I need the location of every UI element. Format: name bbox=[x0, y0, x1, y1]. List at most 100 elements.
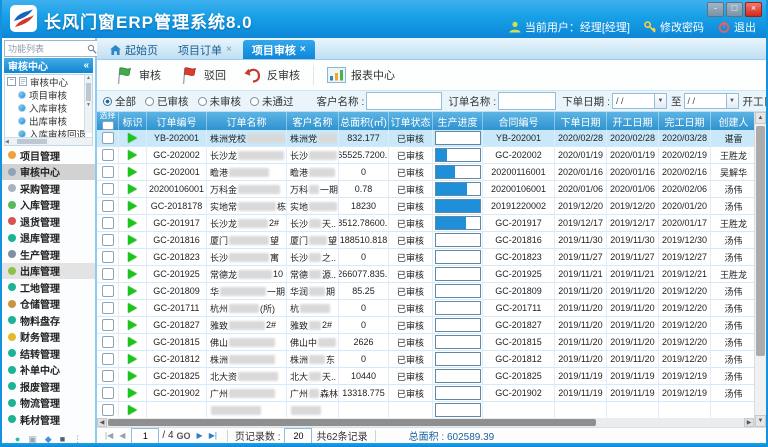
change-password-button[interactable]: 修改密码 bbox=[644, 19, 704, 35]
row-checkbox[interactable] bbox=[102, 370, 114, 382]
row-checkbox[interactable] bbox=[102, 404, 114, 416]
last-page-button[interactable]: ▶| bbox=[209, 431, 217, 440]
page-size-input[interactable] bbox=[284, 428, 312, 444]
table-row[interactable]: GC-201827雅致2#雅致2#0已审核GC-2018272019/11/20… bbox=[97, 317, 757, 334]
column-header[interactable]: 合同编号 bbox=[483, 112, 555, 130]
next-page-button[interactable]: ▶ bbox=[197, 431, 203, 440]
row-checkbox[interactable] bbox=[102, 217, 114, 229]
table-horizontal-scrollbar[interactable]: ◀ ▶ bbox=[97, 418, 754, 427]
report-center-button[interactable]: 报表中心 bbox=[318, 64, 404, 86]
row-checkbox[interactable] bbox=[102, 268, 114, 280]
sidebar-item[interactable]: 财务管理 bbox=[2, 329, 95, 346]
table-vertical-scrollbar[interactable]: ▲ ▼ bbox=[754, 112, 766, 427]
row-checkbox[interactable] bbox=[102, 200, 114, 212]
tree-vertical-scrollbar[interactable]: ▲ ▼ bbox=[84, 75, 92, 133]
table-row[interactable]: GC-201816厦门望厦门望188510.818已审核GC-201816201… bbox=[97, 232, 757, 249]
column-header[interactable]: 客户名称 bbox=[287, 112, 339, 130]
row-checkbox[interactable] bbox=[102, 149, 114, 161]
scroll-right-icon[interactable]: ▶ bbox=[744, 418, 754, 427]
scroll-down-icon[interactable]: ▼ bbox=[755, 415, 766, 427]
sidebar-item[interactable]: 项目管理 bbox=[2, 147, 95, 164]
order-date-end-picker[interactable]: / /▼ bbox=[684, 93, 739, 109]
table-row[interactable]: GC-201812株洲株洲东0已审核GC-2018122019/11/20201… bbox=[97, 351, 757, 368]
table-row[interactable]: 20200106001万科金万科一期0.78已审核202001060012020… bbox=[97, 181, 757, 198]
chevron-down-icon[interactable]: ▼ bbox=[654, 94, 666, 108]
column-header[interactable]: 订单状态 bbox=[389, 112, 433, 130]
table-row[interactable]: GC-201902广州广州森林13318.775已审核GC-2019022019… bbox=[97, 385, 757, 402]
row-checkbox[interactable] bbox=[102, 183, 114, 195]
table-row[interactable]: GC-201917长沙龙2#长沙天..8512.78600..已审核GC-201… bbox=[97, 215, 757, 232]
prev-page-button[interactable]: ◀ bbox=[119, 431, 125, 440]
sidebar-item[interactable]: 耗材管理 bbox=[2, 411, 95, 428]
column-header[interactable]: 订单编号 bbox=[147, 112, 207, 130]
table-row[interactable]: GC-201823长沙寓长沙之..0已审核GC-2018232019/11/27… bbox=[97, 249, 757, 266]
row-checkbox[interactable] bbox=[102, 285, 114, 297]
horizontal-scroll-thumb[interactable] bbox=[108, 419, 596, 426]
collapse-icon[interactable]: « bbox=[83, 60, 89, 71]
row-checkbox[interactable] bbox=[102, 353, 114, 365]
column-header[interactable]: 开工日期 bbox=[607, 112, 659, 130]
sidebar-item[interactable]: 仓储管理 bbox=[2, 296, 95, 313]
sidebar-item[interactable]: 退库管理 bbox=[2, 230, 95, 247]
close-button[interactable]: × bbox=[745, 2, 762, 17]
sidebar-item[interactable]: 入库管理 bbox=[2, 197, 95, 214]
sidebar-item[interactable]: 物流管理 bbox=[2, 395, 95, 412]
column-header[interactable]: 完工日期 bbox=[659, 112, 711, 130]
tree-scroll-thumb[interactable] bbox=[86, 83, 91, 101]
tab-active[interactable]: 项目审核× bbox=[243, 40, 315, 59]
tree-item[interactable]: 项目审核 bbox=[5, 88, 92, 101]
status-radio[interactable]: 未审核 bbox=[198, 94, 242, 109]
go-button[interactable]: GO bbox=[177, 431, 191, 441]
order-name-input[interactable] bbox=[498, 92, 556, 110]
row-checkbox[interactable] bbox=[102, 251, 114, 263]
select-all-checkbox[interactable] bbox=[102, 121, 114, 130]
row-checkbox[interactable] bbox=[102, 302, 114, 314]
row-checkbox[interactable] bbox=[102, 166, 114, 178]
logout-button[interactable]: 退出 bbox=[718, 19, 756, 35]
tree-expander-icon[interactable]: − bbox=[7, 77, 16, 86]
table-row[interactable]: GC-202001瞻港瞻港0已审核202001160012020/01/1620… bbox=[97, 164, 757, 181]
sidebar-item[interactable]: 结转管理 bbox=[2, 345, 95, 362]
column-header[interactable]: 标识 bbox=[119, 112, 147, 130]
toolbar-button[interactable]: 反审核 bbox=[235, 64, 309, 86]
row-checkbox[interactable] bbox=[102, 132, 114, 144]
tab-item[interactable]: 项目订单× bbox=[169, 40, 241, 59]
row-checkbox[interactable] bbox=[102, 234, 114, 246]
scroll-left-icon[interactable]: ◀ bbox=[97, 418, 107, 427]
table-row[interactable]: YB-202001株洲党校株洲党832.177已审核YB-2020012020/… bbox=[97, 130, 757, 147]
column-header[interactable]: 订单名称 bbox=[207, 112, 287, 130]
tree-horizontal-scrollbar[interactable]: ◀ bbox=[5, 137, 93, 145]
status-radio[interactable]: 已审核 bbox=[145, 94, 189, 109]
row-checkbox[interactable] bbox=[102, 387, 114, 399]
maximize-button[interactable]: □ bbox=[726, 2, 743, 17]
tab-item[interactable]: 起始页 bbox=[101, 40, 167, 59]
toolbar-button[interactable]: 审核 bbox=[105, 63, 170, 88]
first-page-button[interactable]: |◀ bbox=[105, 431, 113, 440]
page-number-input[interactable] bbox=[131, 428, 159, 444]
table-row[interactable]: GC-201815佛山佛山中2626已审核GC-2018152019/11/20… bbox=[97, 334, 757, 351]
sidebar-item[interactable]: 审核中心 bbox=[2, 164, 95, 181]
table-row[interactable] bbox=[97, 402, 757, 418]
column-header[interactable]: 生产进度 bbox=[433, 112, 483, 130]
tree-root-node[interactable]: − 审核中心 bbox=[5, 75, 92, 88]
sidebar-item[interactable]: 生产管理 bbox=[2, 246, 95, 263]
tab-close-icon[interactable]: × bbox=[300, 44, 306, 55]
row-checkbox[interactable] bbox=[102, 336, 114, 348]
toolbar-button[interactable]: 驳回 bbox=[170, 63, 235, 88]
sidebar-item[interactable]: 退货管理 bbox=[2, 213, 95, 230]
column-header[interactable]: 创建人 bbox=[711, 112, 757, 130]
scroll-up-icon[interactable]: ▲ bbox=[85, 75, 92, 82]
tree-item[interactable]: 出库审核 bbox=[5, 114, 92, 127]
sidebar-item[interactable]: 补单中心 bbox=[2, 362, 95, 379]
order-date-picker[interactable]: / /▼ bbox=[612, 93, 667, 109]
sidebar-item[interactable]: 采购管理 bbox=[2, 180, 95, 197]
function-search-input[interactable]: 功能列表 bbox=[4, 40, 101, 57]
sidebar-item[interactable]: 物料盘存 bbox=[2, 312, 95, 329]
tree-item[interactable]: 入库审核 bbox=[5, 101, 92, 114]
sidebar-item[interactable]: 出库管理 bbox=[2, 263, 95, 280]
column-header[interactable]: 总面积(㎡) bbox=[339, 112, 389, 130]
scroll-up-icon[interactable]: ▲ bbox=[755, 112, 766, 124]
customer-name-input[interactable] bbox=[366, 92, 442, 110]
row-checkbox[interactable] bbox=[102, 319, 114, 331]
tree-hscroll-thumb[interactable] bbox=[17, 139, 47, 144]
